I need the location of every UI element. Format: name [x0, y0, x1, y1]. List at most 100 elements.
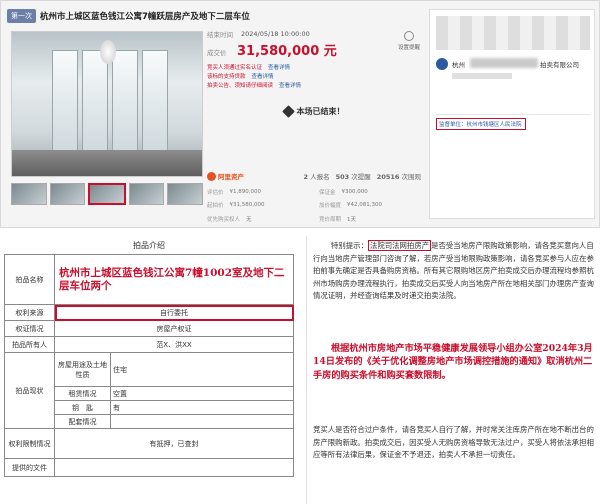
window-shape	[52, 50, 78, 152]
table-row: 权利限制情况 有抵押，已查封	[4, 428, 294, 459]
thumbnail-strip	[11, 183, 203, 205]
use-label: 房屋用途及土地性质	[54, 352, 111, 387]
thumbnail[interactable]	[128, 183, 165, 205]
auction-ended-banner: 本场已结束！	[207, 99, 421, 123]
organizer-suffix[interactable]: 拍卖有限公司	[540, 59, 579, 69]
final-price: 31,580,000 元	[237, 44, 337, 59]
end-time-row: 结束时间 2024/05/18 10:00:00	[207, 29, 421, 39]
detail-item: 加价幅度 ¥42,081,300	[319, 202, 383, 210]
table-row: 提供的文件	[4, 458, 294, 477]
facility-label: 配套情况	[54, 414, 111, 429]
organizer-prefix: 杭州	[452, 61, 465, 69]
listing-title-bar: 第一次 杭州市上城区蓝色钱江公寓7幢跃层房产及地下二层车位	[7, 7, 423, 25]
intro-table: 拍品名称 杭州市上城区蓝色钱江公寓7幢1002室及地下二层车位两个 权利来源 自…	[4, 254, 294, 477]
restrict-value: 有抵押，已查封	[54, 428, 294, 459]
window-shape	[82, 50, 108, 152]
divider	[436, 114, 590, 115]
table-row: 拍品所有人 范X、洪XX	[4, 336, 294, 353]
organizer-card: 杭州 拍卖有限公司 监督单位：杭州市钱塘区人民法院	[429, 9, 595, 219]
thumbnail[interactable]	[11, 183, 47, 205]
status-label: 拍品现状	[4, 352, 55, 429]
detail-item: 评估价 ¥1,890,000	[207, 189, 262, 196]
notice-prefix: 特别提示：	[331, 241, 368, 250]
table-row: 权利来源 自行委托	[4, 304, 294, 321]
cert-value: 房屋产权证	[54, 320, 294, 337]
facility-value	[110, 414, 294, 429]
blurred-name	[470, 58, 538, 68]
listing-title[interactable]: 杭州市上城区蓝色钱江公寓7幢跃层房产及地下二层车位	[40, 10, 250, 22]
doc-label: 提供的文件	[4, 458, 55, 477]
stat-reminders: 503 次提醒	[335, 173, 371, 181]
table-row: 拍品现状 房屋用途及土地性质 住宅	[4, 352, 294, 429]
bid-info: 结束时间 2024/05/18 10:00:00 成交价 31,580,000 …	[207, 29, 421, 181]
stat-views: 20516 次围观	[376, 173, 421, 181]
notice-paragraph: 特别提示： 法院司法网拍房产 是否受当地房产限购政策影响，请各竞买意向人自行向当地房…	[313, 240, 597, 303]
key-value: 有	[110, 400, 294, 415]
section-divider	[0, 230, 600, 234]
name-label: 拍品名称	[4, 254, 55, 305]
table-row: 权证情况 房屋产权证	[4, 320, 294, 337]
notice-item: 该标的支持贷款 查看详情	[207, 71, 421, 80]
item-introduction: 拍品介绍 拍品名称 杭州市上城区蓝色钱江公寓7幢1002室及地下二层车位两个 权…	[0, 236, 298, 504]
cert-label: 权证情况	[4, 320, 55, 337]
intro-title: 拍品介绍	[133, 241, 165, 250]
organizer-subline	[452, 73, 512, 79]
auction-listing-panel: 第一次 杭州市上城区蓝色钱江公寓7幢跃层房产及地下二层车位 结束时间 2024/…	[0, 0, 600, 228]
notice-text: 拍卖公告、须知请仔细阅读	[207, 82, 274, 89]
disclaimer-paragraph: 竞买人是否符合过户条件，请各竞买人自行了解，并时常关注库房产所在地不断出台的房产…	[313, 425, 594, 460]
restrict-label: 权利限制情况	[4, 428, 55, 459]
reminder-label: 设置提醒	[397, 45, 420, 51]
notice-text: 竞买人须通过实名认证	[207, 64, 263, 71]
end-time: 2024/05/18 10:00:00	[241, 30, 310, 38]
stats-bar: 阿里资产 2 人报名 503 次提醒 20516 次围观	[207, 169, 421, 183]
detail-item: 起拍价 ¥31,580,000	[207, 202, 265, 210]
bell-icon	[404, 31, 414, 41]
rights-value: 自行委托	[54, 304, 294, 321]
round-tag: 第一次	[7, 9, 36, 23]
notice-highlight: 法院司法网拍房产	[367, 240, 432, 251]
special-notice: 特别提示： 法院司法网拍房产 是否受当地房产限购政策影响，请各竞买意向人自行向当地房…	[306, 236, 600, 504]
blurred-banner	[436, 16, 590, 50]
price-row: 成交价 31,580,000 元	[207, 40, 421, 59]
ali-label: 阿里资产	[218, 173, 244, 181]
notice-text: 该标的支持贷款	[207, 73, 246, 80]
policy-paragraph: 根据杭州市房地产市场平稳健康发展领导小组办公室2024年3月14日发布的《关于优…	[313, 343, 593, 381]
organizer-icon	[436, 58, 448, 70]
notice-link[interactable]: 查看详情	[252, 72, 274, 80]
price-details: 评估价 ¥1,890,000 保证金 ¥300,000 起拍价 ¥31,580,000…	[207, 187, 421, 227]
thumbnail[interactable]	[167, 183, 203, 205]
ended-text: 本场已结束！	[296, 106, 345, 116]
notice-link[interactable]: 查看详情	[268, 63, 290, 71]
table-row: 拍品名称 杭州市上城区蓝色钱江公寓7幢1002室及地下二层车位两个	[4, 254, 294, 305]
detail-item: 竞价周期 1天	[319, 216, 357, 223]
rent-label: 租赁情况	[54, 386, 111, 401]
ali-assets-logo[interactable]: 阿里资产	[207, 171, 244, 181]
window-shape	[142, 50, 168, 152]
name-value: 杭州市上城区蓝色钱江公寓7幢1002室及地下二层车位两个	[54, 254, 294, 305]
detail-item: 优先购买权人无	[207, 216, 252, 223]
main-photo[interactable]	[11, 31, 203, 177]
notice-list: 竞买人须通过实名认证 查看详情 该标的支持贷款 查看详情 拍卖公告、须知请仔细阅…	[207, 62, 421, 89]
use-value: 住宅	[110, 352, 294, 387]
floor-shape	[12, 150, 202, 176]
chandelier-shape	[100, 40, 116, 64]
window-shape	[112, 50, 138, 152]
owner-value: 范X、洪XX	[54, 336, 294, 353]
end-time-label: 结束时间	[207, 31, 233, 39]
ali-logo-icon	[207, 171, 216, 181]
key-label: 钥 匙	[54, 400, 111, 415]
detail-item: 保证金 ¥300,000	[319, 189, 368, 196]
rent-value: 空置	[110, 386, 294, 401]
thumbnail-selected[interactable]	[88, 183, 126, 205]
thumbnail[interactable]	[49, 183, 86, 205]
stat-signup: 2 人报名	[303, 173, 330, 181]
notice-link[interactable]: 查看详情	[279, 81, 301, 89]
gavel-icon	[281, 104, 295, 118]
notice-item: 竞买人须通过实名认证 查看详情	[207, 62, 421, 71]
rights-label: 权利来源	[4, 304, 55, 321]
owner-label: 拍品所有人	[4, 336, 55, 353]
doc-value	[54, 458, 294, 477]
reminder-button[interactable]: 设置提醒	[397, 31, 421, 51]
supervising-court[interactable]: 监督单位：杭州市钱塘区人民法院	[436, 118, 526, 130]
price-label: 成交价	[207, 49, 227, 57]
